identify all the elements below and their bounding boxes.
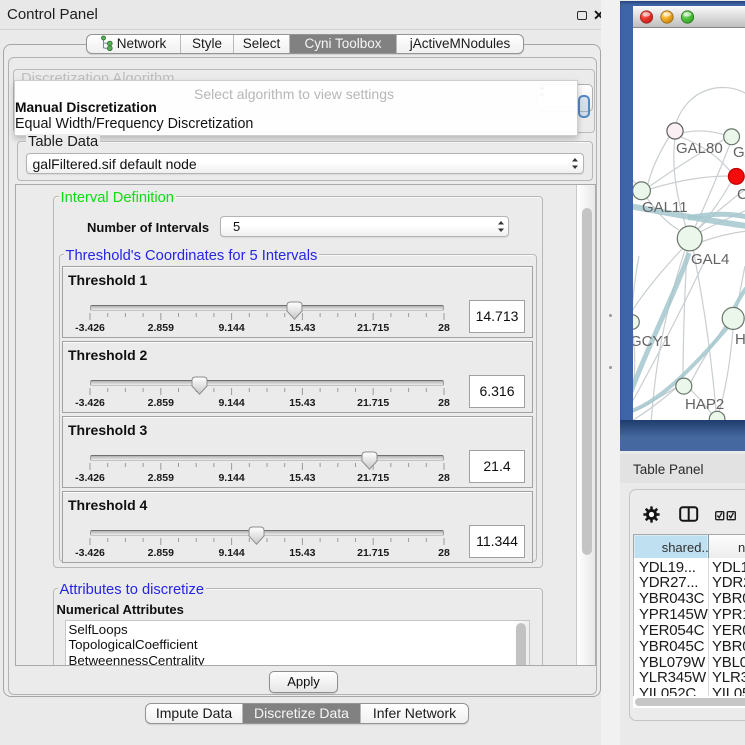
- svg-text:HAP2: HAP2: [685, 396, 724, 413]
- svg-text:GAL80: GAL80: [676, 140, 723, 157]
- svg-text:H: H: [735, 331, 745, 348]
- svg-text:GAL4: GAL4: [691, 251, 729, 268]
- svg-text:GA: GA: [733, 144, 745, 161]
- svg-text:C: C: [737, 186, 745, 203]
- svg-text:GAL11: GAL11: [642, 199, 688, 216]
- svg-text:GCY1: GCY1: [633, 333, 671, 350]
